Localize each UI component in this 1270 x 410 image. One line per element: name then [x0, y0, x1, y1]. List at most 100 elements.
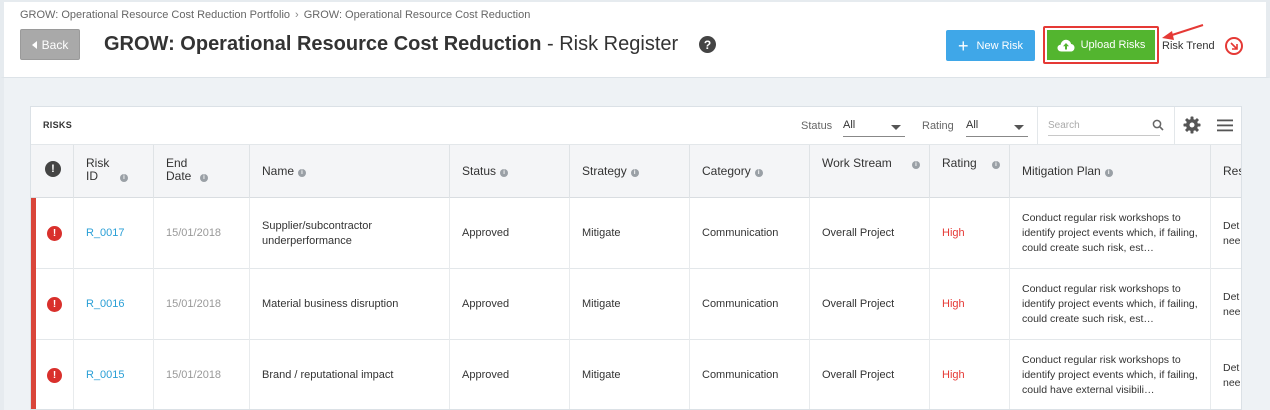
risks-heading: RISKS: [43, 120, 73, 130]
column-label: End Date: [166, 156, 192, 183]
category-cell: Communication: [690, 340, 810, 409]
column-header-rating[interactable]: Rating i: [930, 145, 1010, 198]
column-label: Rating: [942, 156, 977, 170]
status-filter-select[interactable]: All: [843, 115, 905, 137]
alert-cell: !: [36, 198, 74, 269]
alert-icon: !: [45, 161, 61, 177]
table-row[interactable]: ! R_0015 15/01/2018 Brand / reputational…: [31, 340, 1241, 409]
back-button[interactable]: Back: [20, 29, 80, 60]
category-cell: Communication: [690, 198, 810, 269]
column-label: Status: [462, 164, 497, 178]
mitigation-plan-cell: Conduct regular risk workshops to identi…: [1010, 340, 1211, 409]
breadcrumb-item-project[interactable]: GROW: Operational Resource Cost Reductio…: [304, 9, 531, 21]
column-header-name[interactable]: Name i: [250, 145, 450, 198]
strategy-cell: Mitigate: [570, 340, 690, 409]
status-cell: Approved: [450, 269, 570, 340]
column-header-res[interactable]: Res: [1211, 145, 1241, 198]
column-header-status[interactable]: Status i: [450, 145, 570, 198]
alert-icon: !: [47, 368, 62, 383]
plus-icon: +: [958, 35, 969, 56]
status-filter-value: All: [843, 119, 856, 131]
help-icon[interactable]: ?: [699, 36, 716, 53]
work-stream-cell: Overall Project: [810, 198, 930, 269]
page-header: GROW: Operational Resource Cost Reductio…: [0, 0, 1270, 78]
rating-filter-label: Rating: [922, 120, 954, 132]
column-header-alert: !: [31, 145, 74, 198]
new-risk-button[interactable]: + New Risk: [946, 30, 1035, 61]
res-cell: Det nee: [1223, 361, 1241, 389]
table-row[interactable]: ! R_0017 15/01/2018 Supplier/subcontract…: [31, 198, 1241, 269]
name-cell: Supplier/subcontractor underperformance: [250, 198, 450, 269]
breadcrumb-separator: ›: [295, 9, 299, 21]
column-label: Mitigation Plan: [1022, 164, 1101, 178]
risk-id-link[interactable]: R_0016: [86, 297, 125, 312]
risk-id-link[interactable]: R_0017: [86, 226, 125, 241]
info-icon: i: [200, 174, 208, 182]
status-cell: Approved: [450, 340, 570, 409]
info-icon: i: [754, 169, 763, 177]
risks-toolbar: RISKS Status All Rating All: [31, 107, 1241, 145]
end-date-cell: 15/01/2018: [154, 198, 250, 269]
column-label: Risk ID: [86, 156, 110, 183]
column-header-work-stream[interactable]: Work Stream i: [810, 145, 930, 198]
search-input[interactable]: [1048, 116, 1160, 136]
upload-risks-label: Upload Risks: [1080, 39, 1146, 51]
page-title-bold: GROW: Operational Resource Cost Reductio…: [104, 33, 542, 55]
new-risk-label: New Risk: [976, 39, 1023, 52]
gear-icon[interactable]: [1183, 116, 1201, 134]
table-header: ! Risk ID i End Date i Name i Status i Strat…: [31, 145, 1241, 198]
info-icon: i: [120, 174, 128, 182]
column-header-category[interactable]: Category i: [690, 145, 810, 198]
column-label: Strategy: [582, 164, 627, 178]
risk-id-cell: R_0016: [74, 269, 154, 340]
rating-filter-value: All: [966, 119, 979, 131]
res-cell: Det nee: [1223, 290, 1241, 318]
risk-trend-link[interactable]: Risk Trend: [1162, 40, 1215, 52]
column-header-risk-id[interactable]: Risk ID i: [74, 145, 154, 198]
end-date-cell: 15/01/2018: [154, 340, 250, 409]
upload-risks-button[interactable]: Upload Risks: [1047, 30, 1155, 60]
info-icon: i: [912, 161, 920, 169]
rating-cell: High: [930, 198, 1010, 269]
alert-cell: !: [36, 340, 74, 409]
alert-icon: !: [47, 297, 62, 312]
category-cell: Communication: [690, 269, 810, 340]
mitigation-plan-cell: Conduct regular risk workshops to identi…: [1010, 198, 1211, 269]
risk-id-cell: R_0015: [74, 340, 154, 409]
column-header-mitigation-plan[interactable]: Mitigation Plan i: [1010, 145, 1211, 198]
breadcrumb: GROW: Operational Resource Cost Reductio…: [20, 9, 530, 21]
page-title-suffix: - Risk Register: [541, 33, 679, 55]
status-cell: Approved: [450, 198, 570, 269]
res-cell: Det nee: [1223, 219, 1241, 247]
breadcrumb-item-portfolio[interactable]: GROW: Operational Resource Cost Reductio…: [20, 9, 290, 21]
alert-icon: !: [47, 226, 62, 241]
chevron-down-icon: [1014, 125, 1024, 130]
rating-cell: High: [930, 340, 1010, 409]
table-row[interactable]: ! R_0016 15/01/2018 Material business di…: [31, 269, 1241, 340]
info-icon: i: [500, 169, 509, 177]
info-icon: i: [992, 161, 1000, 169]
back-arrow-icon: [31, 40, 37, 49]
column-label: Name: [262, 164, 295, 178]
rating-cell: High: [930, 269, 1010, 340]
strategy-cell: Mitigate: [570, 198, 690, 269]
column-header-strategy[interactable]: Strategy i: [570, 145, 690, 198]
risk-id-link[interactable]: R_0015: [86, 368, 125, 383]
column-header-end-date[interactable]: End Date i: [154, 145, 250, 198]
work-stream-cell: Overall Project: [810, 340, 930, 409]
work-stream-cell: Overall Project: [810, 269, 930, 340]
name-cell: Brand / reputational impact: [250, 340, 450, 409]
page-title: GROW: Operational Resource Cost Reductio…: [104, 33, 678, 56]
column-label: Res: [1223, 164, 1241, 178]
risk-trend-icon[interactable]: [1225, 37, 1243, 55]
back-button-label: Back: [41, 37, 69, 52]
menu-icon[interactable]: [1217, 119, 1233, 132]
status-filter-label: Status: [801, 120, 833, 132]
info-icon: i: [298, 169, 307, 177]
search-icon[interactable]: [1152, 119, 1164, 131]
column-label: Work Stream: [822, 156, 892, 170]
risks-panel: RISKS Status All Rating All Search ! Ris…: [30, 106, 1242, 410]
rating-filter-select[interactable]: All: [966, 115, 1028, 137]
search-box: [1037, 107, 1175, 145]
end-date-cell: 15/01/2018: [154, 269, 250, 340]
